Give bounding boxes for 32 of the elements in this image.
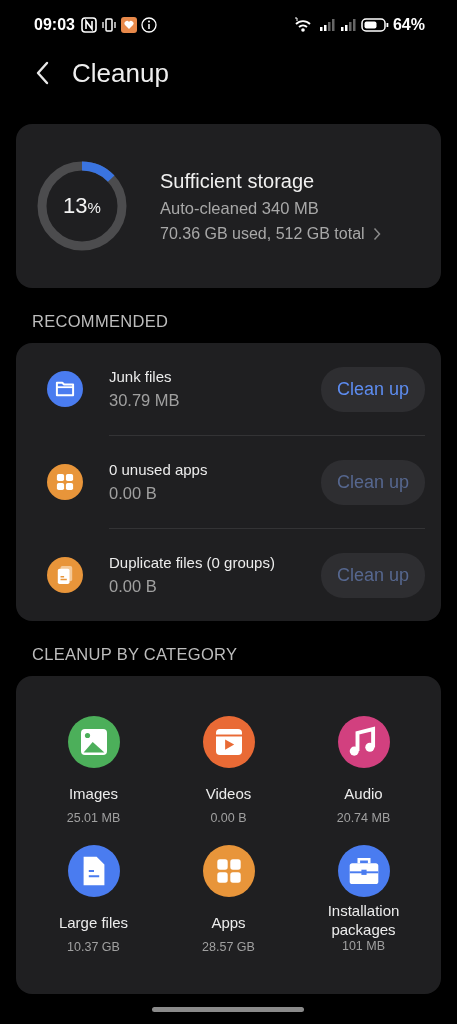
info-icon bbox=[140, 17, 157, 33]
heart-app-icon bbox=[120, 17, 137, 33]
storage-usage-link[interactable]: 70.36 GB used, 512 GB total bbox=[160, 224, 381, 243]
item-size: 30.79 MB bbox=[109, 391, 181, 410]
category-tile[interactable]: Installation packages 101 MB bbox=[296, 845, 431, 954]
auto-cleaned-text: Auto-cleaned 340 MB bbox=[160, 198, 320, 218]
category-tile[interactable]: Images 25.01 MB bbox=[26, 716, 161, 825]
category-tile[interactable]: Videos 0.00 B bbox=[161, 716, 296, 825]
section-heading: CLEANUP BY CATEGORY bbox=[32, 645, 239, 664]
back-button[interactable] bbox=[36, 61, 50, 85]
vibrate-icon bbox=[100, 17, 117, 33]
item-title: Junk files bbox=[109, 368, 173, 385]
signal-icon bbox=[318, 17, 336, 33]
chevron-right-icon bbox=[372, 226, 381, 241]
item-size: 0.00 B bbox=[109, 484, 158, 503]
battery-icon bbox=[360, 17, 389, 33]
category-tile[interactable]: Large files 10.37 GB bbox=[26, 845, 161, 954]
section-heading: RECOMMENDED bbox=[32, 312, 170, 331]
battery-percent: 64% bbox=[392, 16, 425, 34]
category-tile[interactable]: Apps 28.57 GB bbox=[161, 845, 296, 954]
back-icon bbox=[36, 61, 50, 85]
item-title: Duplicate files (0 groups) bbox=[109, 554, 276, 571]
item-title: 0 unused apps bbox=[109, 461, 209, 478]
storage-status: Sufficient storage bbox=[160, 169, 316, 193]
category-tile[interactable]: Audio 20.74 MB bbox=[296, 716, 431, 825]
usage-percent: 13% bbox=[63, 193, 101, 219]
clean-up-button[interactable]: Clean up bbox=[321, 366, 425, 412]
nfc-icon bbox=[80, 17, 97, 33]
clock-time: 09:03 bbox=[34, 16, 75, 34]
signal-icon bbox=[339, 17, 357, 33]
page-title: Cleanup bbox=[72, 57, 169, 89]
item-size: 0.00 B bbox=[109, 577, 158, 596]
